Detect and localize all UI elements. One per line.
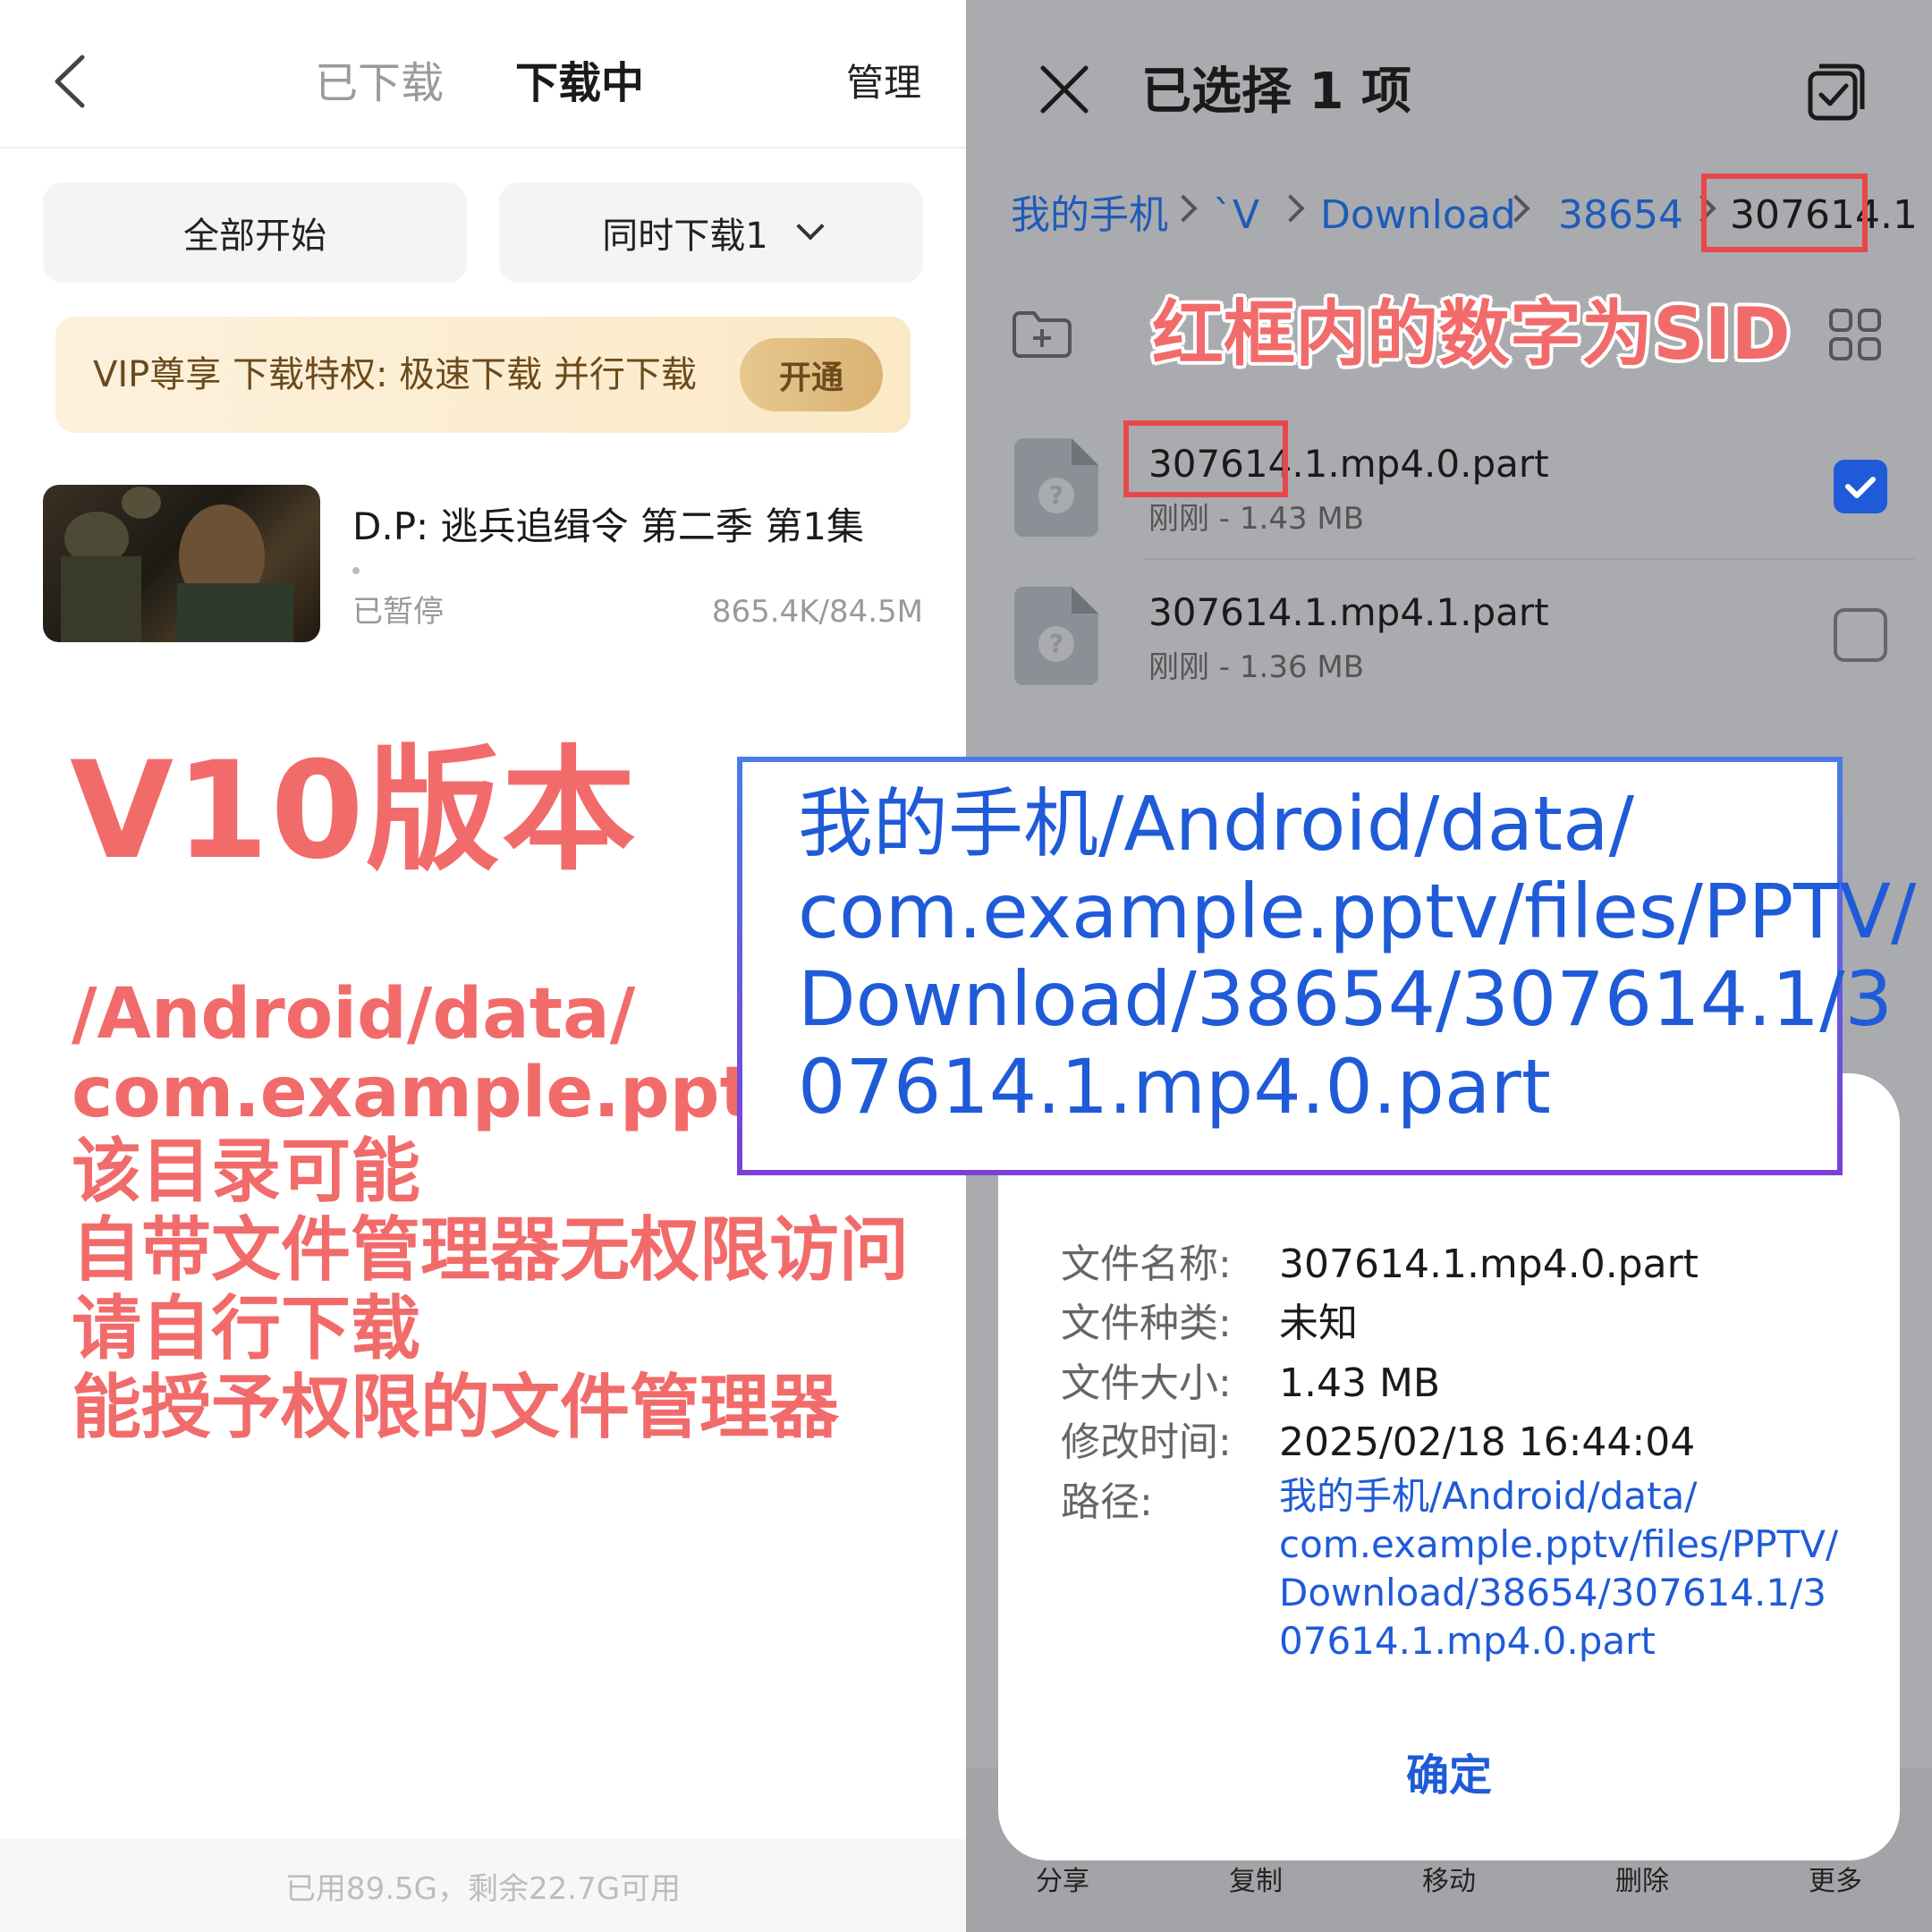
file-name: 307614.1.mp4.1.part [1148,590,1549,634]
check-icon [1845,477,1876,498]
label-file-name: 文件名称: [1061,1241,1232,1287]
grid-view-icon[interactable] [1828,308,1882,361]
thumbnail-image [61,487,293,642]
file-checkbox-checked[interactable] [1834,460,1887,513]
file-checkbox-unchecked[interactable] [1834,608,1887,662]
delete-button[interactable]: 删除 [1615,1859,1669,1898]
file-row[interactable]: ? 307614.1.mp4.1.part 刚刚 - 1.36 MB [1014,587,1909,721]
value-path[interactable]: 我的手机/Android/data/ com.example.pptv/file… [1279,1472,1852,1665]
value-file-type: 未知 [1279,1301,1358,1346]
label-path: 路径: [1061,1479,1153,1525]
video-thumbnail[interactable] [43,485,320,642]
more-button[interactable]: 更多 [1809,1859,1862,1898]
new-folder-icon[interactable] [1011,309,1073,360]
breadcrumb-item-phone[interactable]: 我的手机 [1011,188,1168,243]
download-status: 已暂停 [352,594,444,630]
concurrent-download-dropdown[interactable]: 同时下载1 [499,182,923,283]
version-annotation: V10版本 [70,733,638,889]
label-file-type: 文件种类: [1061,1301,1232,1346]
tab-downloading[interactable]: 下载中 [515,54,644,113]
download-size: 865.4K/84.5M [711,594,923,630]
path-line: 07614.1.mp4.0.part [1279,1619,1656,1663]
file-meta: 刚刚 - 1.43 MB [1148,501,1365,537]
vip-activate-button[interactable]: 开通 [740,338,883,411]
label-file-size: 文件大小: [1061,1360,1232,1406]
note-line: 能授予权限的文件管理器 [72,1368,840,1448]
file-meta: 刚刚 - 1.36 MB [1148,649,1365,685]
unknown-file-icon: ? [1014,438,1098,537]
callout-line: Download/38654/307614.1/3 [798,955,1893,1043]
close-icon[interactable] [1038,63,1091,116]
note-line: 请自行下载 [72,1289,421,1369]
path-line: 我的手机/Android/data/ [1279,1474,1698,1518]
callout-line: com.example.pptv/files/PPTV/ [798,868,1917,955]
chevron-right-icon [1276,194,1305,223]
path-line: com.example.pptv/files/PPTV/ [1279,1522,1839,1566]
breadcrumb-item-download[interactable]: Download [1320,188,1516,243]
note-line: 自带文件管理器无权限访问 [72,1210,910,1291]
sid-annotation: 红框内的数字为SID [1152,292,1791,376]
callout-line: 我的手机/Android/data/ [798,780,1634,868]
path-line: Download/38654/307614.1/3 [1279,1571,1826,1614]
confirm-button[interactable]: 确定 [998,1744,1900,1807]
path-callout-box: 我的手机/Android/data/ com.example.pptv/file… [737,757,1917,1175]
copy-button[interactable]: 复制 [1229,1859,1283,1898]
back-arrow-icon[interactable] [50,52,89,111]
chevron-down-icon [796,212,825,241]
top-bar: 已下载 下载中 管理 [0,0,966,148]
start-all-label: 全部开始 [183,216,326,257]
select-all-icon[interactable] [1807,63,1866,122]
label-modified-time: 修改时间: [1061,1419,1232,1465]
list-divider [1145,558,1914,560]
value-modified-time: 2025/02/18 16:44:04 [1279,1419,1696,1465]
vip-banner[interactable]: VIP尊享 下载特权: 极速下载 并行下载 开通 [55,317,911,433]
callout-line: 07614.1.mp4.0.part [798,1043,1551,1131]
value-file-name: 307614.1.mp4.0.part [1279,1241,1699,1287]
share-button[interactable]: 分享 [1036,1859,1089,1898]
storage-info: 已用89.5G，剩余22.7G可用 [0,1839,966,1932]
sid-highlight-box [1701,174,1868,252]
breadcrumb-item-v[interactable]: `V [1213,188,1259,243]
tab-downloaded[interactable]: 已下载 [315,54,444,113]
breadcrumb-item-38654[interactable]: 38654 [1558,188,1683,243]
file-details-dialog: 文件名称: 307614.1.mp4.0.part 文件种类: 未知 文件大小:… [998,1073,1900,1860]
value-file-size: 1.43 MB [1279,1360,1441,1406]
move-button[interactable]: 移动 [1422,1859,1476,1898]
sid-highlight-box [1123,420,1288,497]
selection-title: 已选择 1 项 [1141,63,1411,121]
concurrent-label: 同时下载1 [602,216,768,257]
unknown-file-icon: ? [1014,587,1098,685]
video-title[interactable]: D.P: 逃兵追缉令 第二季 第1集 [352,501,864,553]
vip-banner-text: VIP尊享 下载特权: 极速下载 并行下载 [93,354,697,395]
progress-dot [352,567,360,574]
start-all-button[interactable]: 全部开始 [43,182,467,283]
manage-button[interactable]: 管理 [846,55,921,111]
chevron-right-icon [1169,194,1198,223]
